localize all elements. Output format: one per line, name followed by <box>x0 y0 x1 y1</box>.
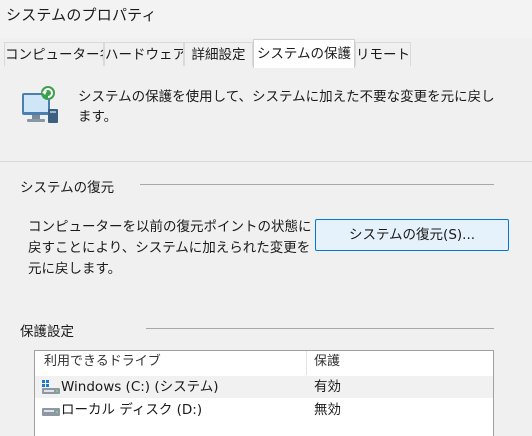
header-divider <box>0 161 532 162</box>
system-restore-button[interactable]: システムの復元(S)... <box>315 219 509 251</box>
intro-description: システムの保護を使用して、システムに加えた不要な変更を元に戻します。 <box>78 89 495 125</box>
restore-section-label: システムの復元 <box>20 180 115 196</box>
protection-section-rule <box>146 328 494 329</box>
tab-bar: コンピューター名 ハードウェア 詳細設定 システムの保護 リモート <box>0 38 532 68</box>
tab-remote[interactable]: リモート <box>355 42 411 66</box>
tab-hardware[interactable]: ハードウェア <box>104 42 184 66</box>
tab-advanced[interactable]: 詳細設定 <box>184 42 253 66</box>
tab-computer-name[interactable]: コンピューター名 <box>4 42 104 66</box>
system-protection-icon <box>22 86 58 123</box>
column-divider <box>306 351 307 375</box>
system-protection-panel: システムの保護を使用して、システムに加えた不要な変更を元に戻します。 システムの… <box>0 67 532 436</box>
table-row[interactable]: Windows (C:) (システム) 有効 <box>35 376 493 398</box>
window-title: システムのプロパティ <box>6 6 157 24</box>
title-bar: システムのプロパティ <box>0 0 532 38</box>
drive-list[interactable]: 利用できるドライブ 保護 Windows (C:) (システム) 有効 ローカル… <box>34 350 494 436</box>
restore-section-rule <box>140 184 494 185</box>
drive-name: Windows (C:) (システム) <box>61 379 219 395</box>
drive-name: ローカル ディスク (D:) <box>61 402 203 418</box>
system-properties-window: システムのプロパティ コンピューター名 ハードウェア 詳細設定 システムの保護 … <box>0 0 532 436</box>
tab-system-protection[interactable]: システムの保護 <box>253 39 355 68</box>
protection-section-label: 保護設定 <box>20 324 74 340</box>
column-header-protection[interactable]: 保護 <box>314 351 340 373</box>
drive-protection-status: 無効 <box>314 402 341 418</box>
drive-protection-status: 有効 <box>314 379 341 395</box>
column-header-drive[interactable]: 利用できるドライブ <box>44 351 161 373</box>
system-drive-icon <box>42 380 60 394</box>
local-disk-icon <box>42 408 60 416</box>
table-row[interactable]: ローカル ディスク (D:) 無効 <box>35 399 493 421</box>
restore-description: コンピューターを以前の復元ポイントの状態に戻すことにより、システムに加えられた変… <box>28 219 312 277</box>
